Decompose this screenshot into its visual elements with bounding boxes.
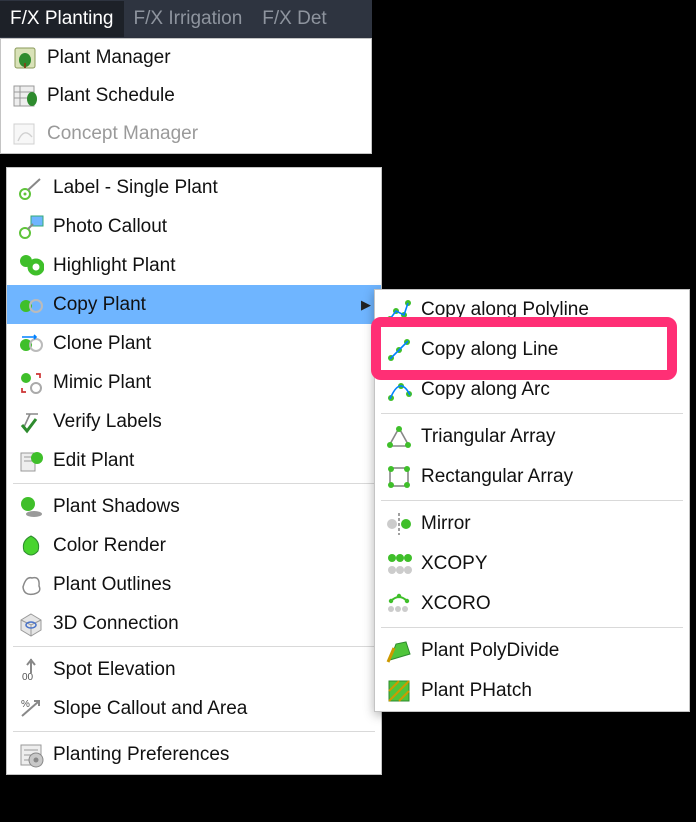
menu-item-plant-shadows[interactable]: Plant Shadows <box>7 487 381 526</box>
menu-item-label: Edit Plant <box>49 450 375 472</box>
connection-3d-icon <box>13 611 49 637</box>
menu-item-rectangular-array[interactable]: Rectangular Array <box>375 457 689 497</box>
copy-arc-icon <box>381 377 417 403</box>
menu-item-plant-polydivide[interactable]: Plant PolyDivide <box>375 631 689 671</box>
menu-item-mirror[interactable]: Mirror <box>375 504 689 544</box>
submenu-copy-plant: Copy along Polyline Copy along Line Copy a… <box>374 289 690 712</box>
verify-labels-icon <box>13 409 49 435</box>
menu-item-3d-connection[interactable]: 3D Connection <box>7 604 381 643</box>
menubar: F/X Planting F/X Irrigation F/X Det <box>0 0 372 38</box>
highlight-plant-icon <box>13 253 49 279</box>
menu-item-label: Clone Plant <box>49 333 375 355</box>
tri-array-icon <box>381 424 417 450</box>
edit-plant-icon <box>13 448 49 474</box>
menu-plant-manager[interactable]: Plant Manager <box>1 39 371 77</box>
menu-separator <box>13 731 375 732</box>
polydivide-icon <box>381 638 417 664</box>
copy-line-icon <box>381 337 417 363</box>
menubar-item-planting[interactable]: F/X Planting <box>0 1 124 37</box>
chevron-right-icon: ▶ <box>357 297 375 313</box>
menu-item-label: Planting Preferences <box>49 744 375 766</box>
menu-item-verify-labels[interactable]: Verify Labels <box>7 402 381 441</box>
menu-item-label: Mirror <box>417 513 683 535</box>
menu-item-label: Slope Callout and Area <box>49 698 375 720</box>
dropdown-main: Label - Single Plant Photo Callout Highlig… <box>6 167 382 775</box>
menu-item-label: Label - Single Plant <box>49 177 375 199</box>
menu-item-triangular-array[interactable]: Triangular Array <box>375 417 689 457</box>
menubar-item-det[interactable]: F/X Det <box>252 1 336 37</box>
menu-separator <box>381 500 683 501</box>
menu-item-label: Mimic Plant <box>49 372 375 394</box>
menu-item-slope-callout-and-area[interactable]: Slope Callout and Area <box>7 689 381 728</box>
concept-manager-icon <box>7 121 43 147</box>
menu-item-edit-plant[interactable]: Edit Plant <box>7 441 381 480</box>
menu-item-label: Highlight Plant <box>49 255 375 277</box>
planting-prefs-icon <box>13 742 49 768</box>
copy-polyline-icon <box>381 297 417 323</box>
menu-item-plant-outlines[interactable]: Plant Outlines <box>7 565 381 604</box>
menu-separator <box>13 483 375 484</box>
menu-item-label: Photo Callout <box>49 216 375 238</box>
dropdown-upper: Plant Manager Plant Schedule Concept Man… <box>0 38 372 154</box>
mirror-icon <box>381 511 417 537</box>
rect-array-icon <box>381 464 417 490</box>
menu-item-label: XCORO <box>417 593 683 615</box>
mimic-plant-icon <box>13 370 49 396</box>
menu-item-label: XCOPY <box>417 553 683 575</box>
menu-item-copy-along-polyline[interactable]: Copy along Polyline <box>375 290 689 330</box>
menubar-item-irrigation[interactable]: F/X Irrigation <box>124 1 253 37</box>
xcoro-icon <box>381 591 417 617</box>
slope-callout-icon <box>13 696 49 722</box>
plant-shadows-icon <box>13 494 49 520</box>
menu-item-color-render[interactable]: Color Render <box>7 526 381 565</box>
menu-concept-manager[interactable]: Concept Manager <box>1 115 371 153</box>
menu-item-photo-callout[interactable]: Photo Callout <box>7 207 381 246</box>
menu-item-label: Plant Schedule <box>43 85 365 107</box>
menu-item-plant-phatch[interactable]: Plant PHatch <box>375 671 689 711</box>
menu-item-label: Plant Shadows <box>49 496 375 518</box>
clone-plant-icon <box>13 331 49 357</box>
menu-separator <box>381 627 683 628</box>
plant-manager-icon <box>7 45 43 71</box>
menu-item-spot-elevation[interactable]: Spot Elevation <box>7 650 381 689</box>
menu-item-label: Copy along Line <box>417 339 683 361</box>
menu-item-label: Verify Labels <box>49 411 375 433</box>
menu-item-label: Plant Outlines <box>49 574 375 596</box>
menu-item-label: Triangular Array <box>417 426 683 448</box>
menu-item-clone-plant[interactable]: Clone Plant <box>7 324 381 363</box>
menu-plant-schedule[interactable]: Plant Schedule <box>1 77 371 115</box>
photo-callout-icon <box>13 214 49 240</box>
menu-separator <box>381 413 683 414</box>
menu-item-label: Spot Elevation <box>49 659 375 681</box>
menu-item-copy-plant[interactable]: Copy Plant▶ <box>7 285 381 324</box>
plant-outlines-icon <box>13 572 49 598</box>
menu-item-mimic-plant[interactable]: Mimic Plant <box>7 363 381 402</box>
menu-item-label: 3D Connection <box>49 613 375 635</box>
xcopy-icon <box>381 551 417 577</box>
label-single-icon <box>13 175 49 201</box>
menu-item-xcoro[interactable]: XCORO <box>375 584 689 624</box>
copy-plant-icon <box>13 292 49 318</box>
menu-item-label: Concept Manager <box>43 123 365 145</box>
menu-item-label: Rectangular Array <box>417 466 683 488</box>
menu-item-label: Plant PHatch <box>417 680 683 702</box>
menu-item-label: Copy Plant <box>49 294 357 316</box>
menu-item-label: Plant Manager <box>43 47 365 69</box>
menu-item-xcopy[interactable]: XCOPY <box>375 544 689 584</box>
menu-item-copy-along-line[interactable]: Copy along Line <box>375 330 689 370</box>
color-render-icon <box>13 533 49 559</box>
menu-item-label: Color Render <box>49 535 375 557</box>
menu-item-label: Copy along Arc <box>417 379 683 401</box>
menu-item-label: Plant PolyDivide <box>417 640 683 662</box>
menu-item-copy-along-arc[interactable]: Copy along Arc <box>375 370 689 410</box>
plant-schedule-icon <box>7 83 43 109</box>
menu-separator <box>13 646 375 647</box>
phatch-icon <box>381 678 417 704</box>
spot-elevation-icon <box>13 657 49 683</box>
menu-item-label-single-plant[interactable]: Label - Single Plant <box>7 168 381 207</box>
menu-item-planting-preferences[interactable]: Planting Preferences <box>7 735 381 774</box>
menu-item-label: Copy along Polyline <box>417 299 683 321</box>
menu-item-highlight-plant[interactable]: Highlight Plant <box>7 246 381 285</box>
